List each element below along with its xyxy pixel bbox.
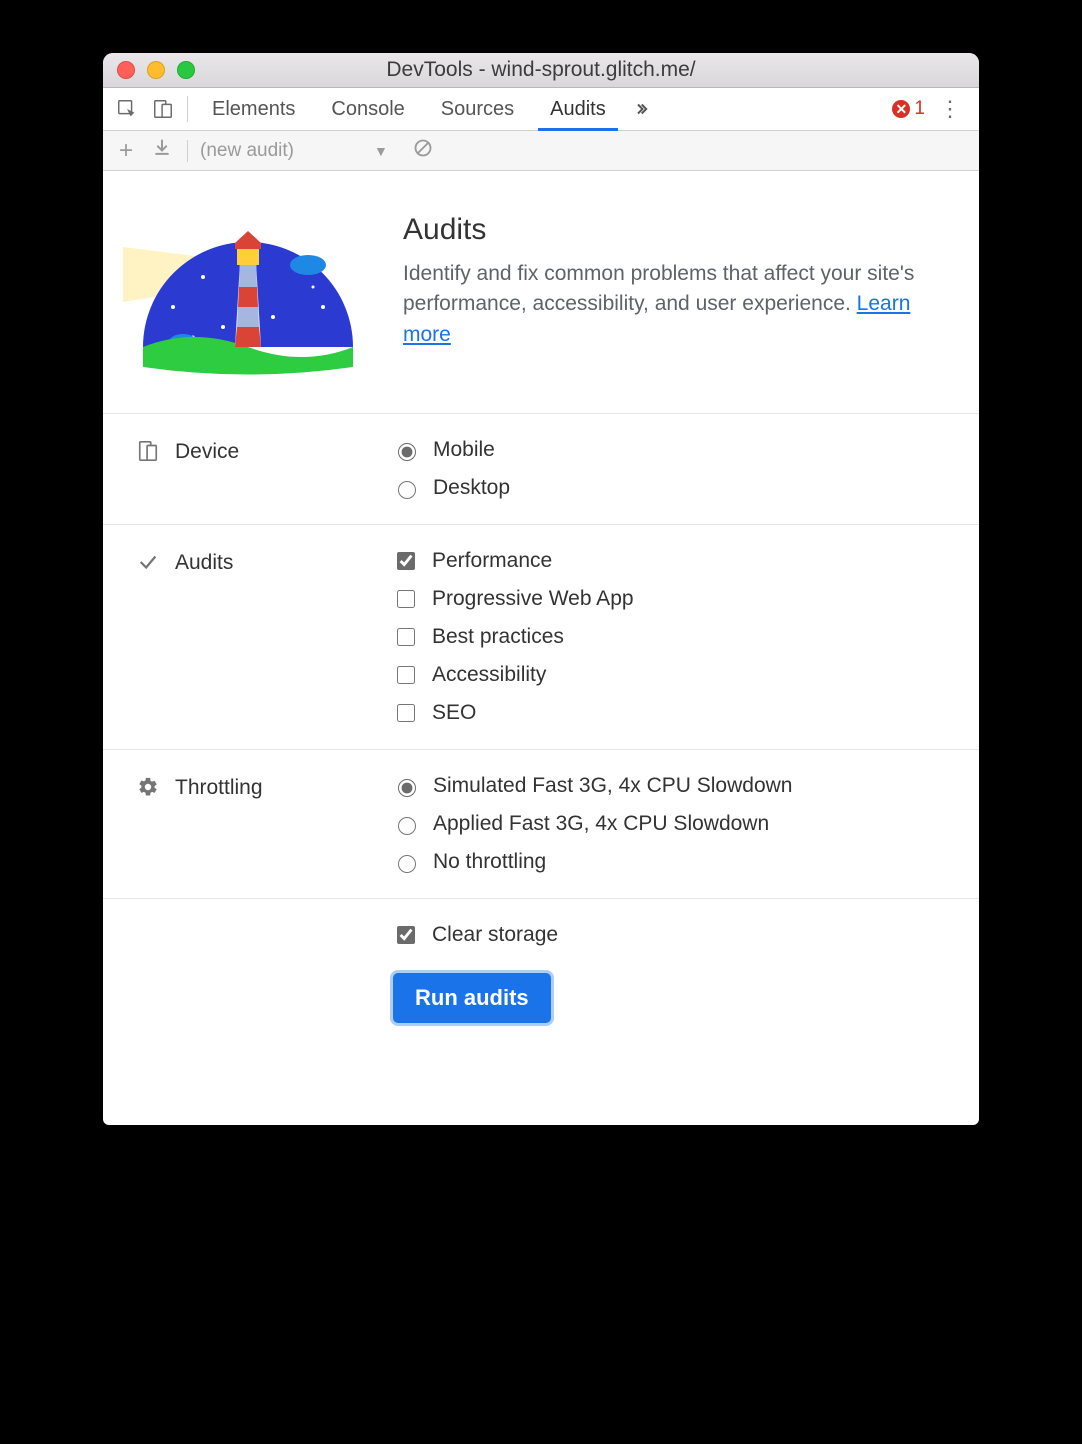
section-label-text: Audits <box>175 551 233 575</box>
tab-console[interactable]: Console <box>313 88 422 130</box>
download-report-icon[interactable] <box>149 138 175 164</box>
throttling-option-none[interactable]: No throttling <box>393 850 945 874</box>
option-label: Accessibility <box>432 663 546 687</box>
section-throttling: Throttling Simulated Fast 3G, 4x CPU Slo… <box>103 750 979 899</box>
radio-input[interactable] <box>398 443 416 461</box>
section-label: Throttling <box>137 774 393 874</box>
tab-label: Console <box>331 98 404 121</box>
radio-input[interactable] <box>398 855 416 873</box>
devtools-window: DevTools - wind-sprout.glitch.me/ Elemen… <box>103 53 979 1125</box>
device-option-mobile[interactable]: Mobile <box>393 438 945 462</box>
error-count-badge[interactable]: ✕ 1 <box>892 98 925 120</box>
audit-option-seo[interactable]: SEO <box>393 701 945 725</box>
audit-option-accessibility[interactable]: Accessibility <box>393 663 945 687</box>
option-label: Performance <box>432 549 552 573</box>
section-audits: Audits Performance Progressive Web App B… <box>103 525 979 750</box>
audit-dropdown-label: (new audit) <box>200 140 294 162</box>
option-label: Simulated Fast 3G, 4x CPU Slowdown <box>433 774 792 798</box>
audit-dropdown[interactable]: (new audit) ▼ <box>200 140 388 162</box>
checkbox-input[interactable] <box>397 926 415 944</box>
audit-option-best-practices[interactable]: Best practices <box>393 625 945 649</box>
audit-option-performance[interactable]: Performance <box>393 549 945 573</box>
tab-sources[interactable]: Sources <box>423 88 532 130</box>
settings-menu-button[interactable]: ⋮ <box>935 96 965 122</box>
separator <box>187 96 188 122</box>
panel-tabs: Elements Console Sources Audits <box>194 88 624 130</box>
throttling-option-simulated[interactable]: Simulated Fast 3G, 4x CPU Slowdown <box>393 774 945 798</box>
radio-input[interactable] <box>398 481 416 499</box>
titlebar: DevTools - wind-sprout.glitch.me/ <box>103 53 979 88</box>
more-tabs-button[interactable] <box>624 88 658 130</box>
checkbox-input[interactable] <box>397 552 415 570</box>
checkbox-input[interactable] <box>397 704 415 722</box>
hero-text: Audits Identify and fix common problems … <box>403 207 959 350</box>
clear-icon[interactable] <box>410 138 436 164</box>
page-title: Audits <box>403 213 947 247</box>
window-minimize-button[interactable] <box>147 61 165 79</box>
tab-label: Sources <box>441 98 514 121</box>
audit-option-pwa[interactable]: Progressive Web App <box>393 587 945 611</box>
separator <box>187 140 188 162</box>
hero-section: Audits Identify and fix common problems … <box>103 171 979 414</box>
tab-audits[interactable]: Audits <box>532 88 624 130</box>
radio-input[interactable] <box>398 779 416 797</box>
error-icon: ✕ <box>892 100 910 118</box>
device-toolbar-icon[interactable] <box>145 88 181 130</box>
section-label: Audits <box>137 549 393 725</box>
tab-elements[interactable]: Elements <box>194 88 313 130</box>
footer-area: Clear storage Run audits <box>103 899 979 1063</box>
audits-toolbar: + (new audit) ▼ <box>103 131 979 171</box>
section-device: Device Mobile Desktop <box>103 414 979 525</box>
section-label-text: Throttling <box>175 776 263 800</box>
tab-label: Audits <box>550 98 606 121</box>
option-label: Applied Fast 3G, 4x CPU Slowdown <box>433 812 769 836</box>
panel-tabstrip: Elements Console Sources Audits ✕ 1 ⋮ <box>103 88 979 131</box>
section-label-text: Device <box>175 440 239 464</box>
option-label: Desktop <box>433 476 510 500</box>
audits-panel: Audits Identify and fix common problems … <box>103 171 979 1063</box>
new-audit-icon[interactable]: + <box>113 137 139 165</box>
throttling-option-applied[interactable]: Applied Fast 3G, 4x CPU Slowdown <box>393 812 945 836</box>
checkbox-input[interactable] <box>397 590 415 608</box>
section-label: Device <box>137 438 393 500</box>
lighthouse-illustration <box>123 207 373 377</box>
error-count: 1 <box>914 98 925 120</box>
traffic-lights <box>103 61 195 79</box>
option-label: No throttling <box>433 850 546 874</box>
device-option-desktop[interactable]: Desktop <box>393 476 945 500</box>
option-label: Best practices <box>432 625 564 649</box>
clear-storage-option[interactable]: Clear storage <box>393 923 558 947</box>
checkbox-input[interactable] <box>397 628 415 646</box>
inspect-element-icon[interactable] <box>109 88 145 130</box>
option-label: Progressive Web App <box>432 587 634 611</box>
window-title: DevTools - wind-sprout.glitch.me/ <box>103 58 979 82</box>
run-audits-button[interactable]: Run audits <box>393 973 551 1023</box>
chevron-down-icon: ▼ <box>374 143 388 159</box>
check-icon <box>137 551 159 573</box>
hero-description: Identify and fix common problems that af… <box>403 259 947 350</box>
window-close-button[interactable] <box>117 61 135 79</box>
gear-icon <box>137 776 159 798</box>
hero-description-text: Identify and fix common problems that af… <box>403 262 914 315</box>
option-label: SEO <box>432 701 476 725</box>
tab-label: Elements <box>212 98 295 121</box>
option-label: Clear storage <box>432 923 558 947</box>
window-maximize-button[interactable] <box>177 61 195 79</box>
radio-input[interactable] <box>398 817 416 835</box>
device-icon <box>137 440 159 462</box>
option-label: Mobile <box>433 438 495 462</box>
checkbox-input[interactable] <box>397 666 415 684</box>
